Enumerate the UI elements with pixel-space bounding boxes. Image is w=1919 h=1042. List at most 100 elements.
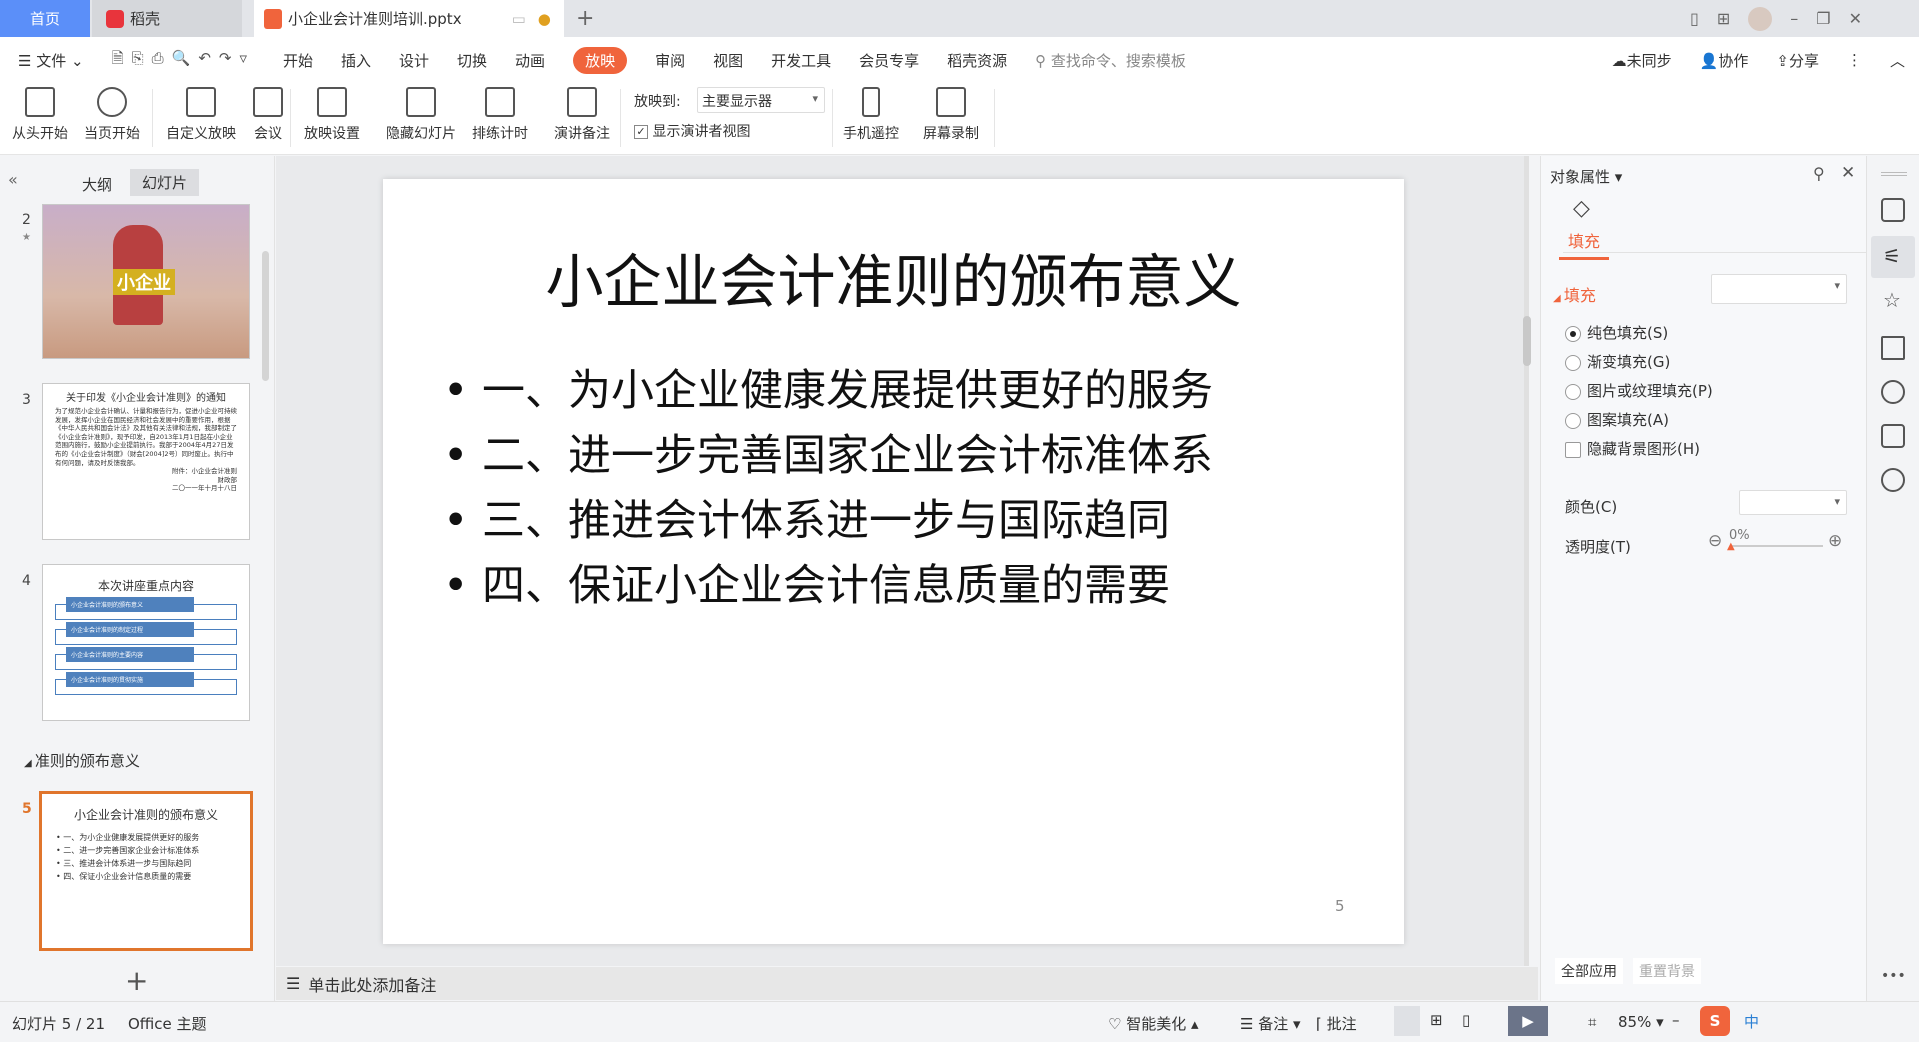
fit-window-icon[interactable]: ⌗ bbox=[1588, 1013, 1596, 1031]
close-icon[interactable]: ✕ bbox=[1849, 9, 1862, 28]
current-slide[interactable]: 小企业会计准则的颁布意义 • 一、为小企业健康发展提供更好的服务 • 二、进一步… bbox=[383, 179, 1404, 944]
notes-toggle-button[interactable]: ☰ 备注 ▾ bbox=[1240, 1013, 1301, 1034]
star-icon[interactable]: ☆ bbox=[1883, 288, 1901, 312]
more-icon[interactable]: ⋮ bbox=[1847, 51, 1862, 69]
pin-icon[interactable]: ⚲ bbox=[1813, 164, 1825, 183]
menu-member[interactable]: 会员专享 bbox=[859, 50, 919, 71]
presenter-view-checkbox[interactable]: ✓ 显示演讲者视图 bbox=[634, 121, 750, 141]
menu-start[interactable]: 开始 bbox=[283, 50, 313, 71]
slide-thumbnail-4[interactable]: 本次讲座重点内容 小企业会计准则的颁布意义 小企业会计准则的制定过程 小企业会计… bbox=[42, 564, 250, 721]
lightning-icon[interactable] bbox=[1881, 468, 1905, 492]
menu-developer[interactable]: 开发工具 bbox=[771, 50, 831, 71]
add-slide-button[interactable]: + bbox=[125, 964, 148, 997]
slide-title[interactable]: 小企业会计准则的颁布意义 bbox=[383, 235, 1404, 319]
increase-button[interactable]: ⊕ bbox=[1828, 531, 1842, 551]
slide-sorter-icon[interactable]: ⊞ bbox=[1430, 1011, 1443, 1029]
meeting-button[interactable]: 会议 bbox=[253, 87, 283, 143]
theme-name[interactable]: Office 主题 bbox=[128, 1013, 207, 1034]
slide-thumbnail-3[interactable]: 关于印发《小企业会计准则》的通知 为了规范小企业会计确认、计量和报告行为，促进小… bbox=[42, 383, 250, 540]
rehearse-timing-button[interactable]: 排练计时 bbox=[472, 87, 528, 143]
radio-picture-fill[interactable]: 图片或纹理填充(P) bbox=[1565, 380, 1713, 401]
menu-slideshow[interactable]: 放映 bbox=[573, 46, 628, 74]
reading-view-icon[interactable]: ▯ bbox=[1462, 1011, 1470, 1029]
zoom-level[interactable]: 85% ▾ bbox=[1618, 1013, 1664, 1031]
avatar[interactable] bbox=[1748, 6, 1773, 31]
collab-button[interactable]: 👤协作 bbox=[1700, 50, 1749, 71]
decrease-button[interactable]: ⊖ bbox=[1708, 531, 1722, 551]
menu-animation[interactable]: 动画 bbox=[515, 50, 545, 71]
slide-thumbnail-2[interactable]: 小企业 bbox=[42, 204, 250, 359]
sync-button[interactable]: ☁未同步 bbox=[1612, 50, 1672, 71]
hide-background-checkbox[interactable]: 隐藏背景图形(H) bbox=[1565, 438, 1700, 459]
fill-section-header[interactable]: ◢ 填充 bbox=[1553, 282, 1596, 306]
shop-icon[interactable] bbox=[1881, 424, 1905, 448]
tab-home[interactable]: 首页 bbox=[0, 0, 90, 37]
fill-bucket-icon: ◇ bbox=[1573, 196, 1590, 221]
slide-bullets[interactable]: • 一、为小企业健康发展提供更好的服务 • 二、进一步完善国家企业会计标准体系 … bbox=[443, 359, 1213, 619]
close-panel-icon[interactable]: ✕ bbox=[1841, 163, 1855, 183]
help-icon[interactable] bbox=[1881, 380, 1905, 404]
normal-view-button[interactable] bbox=[1394, 1006, 1420, 1036]
drag-handle-icon[interactable] bbox=[1881, 172, 1907, 176]
new-tab-button[interactable]: + bbox=[576, 0, 594, 37]
comment-button[interactable]: ⌈ 批注 bbox=[1316, 1013, 1357, 1034]
play-current-button[interactable]: 当页开始 bbox=[84, 87, 140, 143]
ime-mode[interactable]: 中 bbox=[1744, 1011, 1759, 1032]
tab-docer[interactable]: 稻壳 bbox=[92, 0, 242, 37]
radio-solid-fill[interactable]: 纯色填充(S) bbox=[1565, 322, 1668, 343]
collapse-panel-icon[interactable]: « bbox=[8, 170, 18, 189]
search-box[interactable]: ⚲ 查找命令、搜索模板 bbox=[1035, 50, 1186, 71]
menu-view[interactable]: 视图 bbox=[713, 50, 743, 71]
scroll-thumb[interactable] bbox=[1523, 316, 1531, 366]
share-button[interactable]: ⇪分享 bbox=[1776, 50, 1819, 71]
props-title-dropdown[interactable]: 对象属性 ▾ bbox=[1550, 166, 1622, 187]
rocket-icon[interactable] bbox=[1881, 198, 1905, 222]
tab-outline[interactable]: 大纲 bbox=[82, 174, 112, 195]
tab-slides[interactable]: 幻灯片 bbox=[130, 169, 200, 196]
menu-review[interactable]: 审阅 bbox=[655, 50, 685, 71]
color-select[interactable] bbox=[1739, 490, 1847, 515]
canvas-scrollbar[interactable] bbox=[1524, 156, 1529, 966]
screen-record-button[interactable]: 屏幕录制 bbox=[923, 87, 979, 143]
menu-design[interactable]: 设计 bbox=[399, 50, 429, 71]
smart-beautify-button[interactable]: ♡ 智能美化 ▴ bbox=[1108, 1013, 1199, 1034]
layout-icon[interactable]: ▯ bbox=[1690, 9, 1699, 28]
quick-access-toolbar[interactable]: 🗎⎘⎙🔍↶↷▿ bbox=[112, 48, 255, 73]
speaker-notes-button[interactable]: 演讲备注 bbox=[554, 87, 610, 143]
ime-icon[interactable]: S bbox=[1700, 1006, 1730, 1036]
phone-remote-button[interactable]: 手机遥控 bbox=[843, 87, 899, 143]
more-dots-icon[interactable]: ••• bbox=[1881, 968, 1906, 984]
radio-pattern-fill[interactable]: 图案填充(A) bbox=[1565, 409, 1669, 430]
tab-fill[interactable]: 填充 bbox=[1559, 228, 1610, 260]
minimize-icon[interactable]: – bbox=[1790, 9, 1798, 28]
notes-area[interactable]: ☰ 单击此处添加备注 bbox=[276, 967, 1538, 1000]
slideshow-icon[interactable] bbox=[1881, 336, 1905, 360]
file-menu[interactable]: ☰ 文件 ⌄ bbox=[18, 50, 84, 71]
play-slideshow-button[interactable]: ▶ bbox=[1508, 1006, 1548, 1036]
display-select[interactable]: 主要显示器 bbox=[697, 87, 825, 113]
section-header[interactable]: ◢ 准则的颁布意义 bbox=[24, 750, 140, 771]
apply-all-button[interactable]: 全部应用 bbox=[1555, 958, 1623, 984]
fill-type-select[interactable] bbox=[1711, 274, 1847, 304]
zoom-out-button[interactable]: – bbox=[1672, 1011, 1680, 1029]
hide-slide-button[interactable]: 隐藏幻灯片 bbox=[386, 87, 456, 143]
properties-tool-active[interactable]: ⚟ bbox=[1871, 236, 1915, 278]
slider-handle[interactable]: ▲ bbox=[1727, 541, 1735, 552]
restore-icon[interactable]: ❐ bbox=[1816, 9, 1830, 28]
collapse-ribbon-icon[interactable]: ︿ bbox=[1890, 50, 1905, 71]
menu-docer-resources[interactable]: 稻壳资源 bbox=[947, 50, 1007, 71]
menu-transition[interactable]: 切换 bbox=[457, 50, 487, 71]
custom-show-button[interactable]: 自定义放映 bbox=[166, 87, 236, 143]
radio-gradient-fill[interactable]: 渐变填充(G) bbox=[1565, 351, 1670, 372]
monitor-icon[interactable]: ▭ bbox=[512, 10, 526, 28]
play-from-start-button[interactable]: 从头开始 bbox=[12, 87, 68, 143]
apps-grid-icon[interactable]: ⊞ bbox=[1717, 9, 1730, 28]
transparency-slider[interactable] bbox=[1731, 545, 1823, 547]
reset-background-button[interactable]: 重置背景 bbox=[1633, 958, 1701, 984]
show-settings-button[interactable]: 放映设置 bbox=[304, 87, 360, 143]
menu-insert[interactable]: 插入 bbox=[341, 50, 371, 71]
divider bbox=[1563, 252, 1867, 253]
panel-scrollbar[interactable] bbox=[262, 251, 269, 381]
tab-document[interactable]: 小企业会计准则培训.pptx ▭ ● bbox=[254, 0, 564, 37]
slide-thumbnail-5-selected[interactable]: 小企业会计准则的颁布意义 • 一、为小企业健康发展提供更好的服务 • 二、进一步… bbox=[39, 791, 253, 951]
